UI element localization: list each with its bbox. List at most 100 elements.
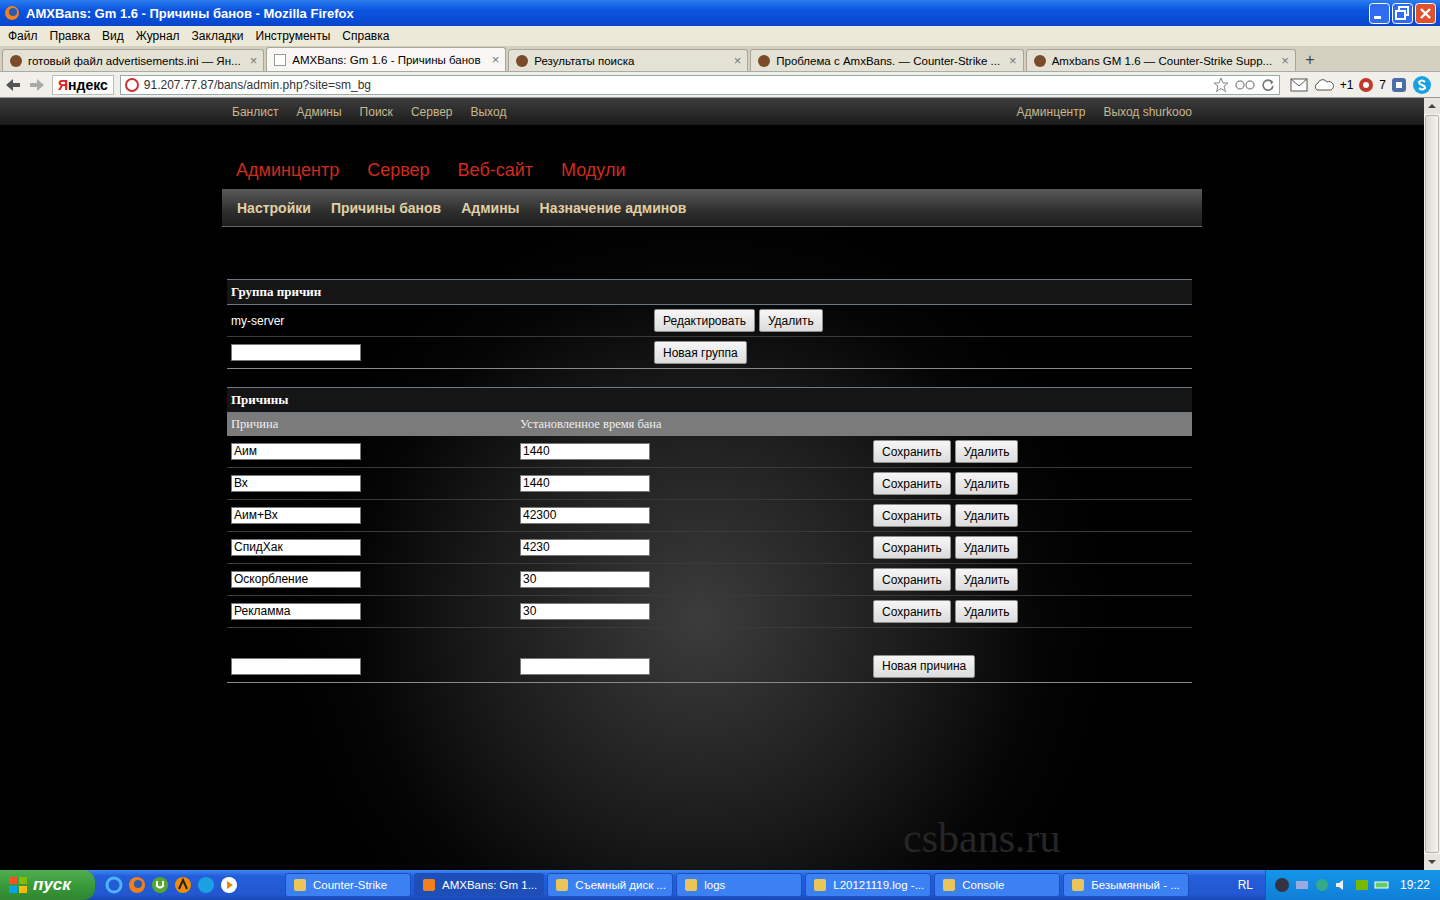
reason-input[interactable]: Аим (231, 443, 361, 460)
site-nav-link[interactable]: Поиск (360, 105, 393, 119)
reason-button[interactable]: Сохранить (873, 568, 951, 591)
reason-input[interactable]: СпидХак (231, 539, 361, 556)
reason-button[interactable]: Удалить (955, 600, 1019, 623)
scroll-up-icon[interactable] (1424, 98, 1440, 114)
browser-tab[interactable]: AMXBans: Gm 1.6 - Причины банов × (266, 47, 506, 71)
taskbar-button[interactable]: Съемный диск ... (547, 873, 673, 897)
menu-item[interactable]: Правка (44, 29, 97, 43)
site-nav-link[interactable]: Админы (296, 105, 341, 119)
tab-close-button[interactable]: × (1277, 53, 1289, 68)
menu-item[interactable]: Инструменты (250, 29, 337, 43)
sub-menu-link[interactable]: Админы (461, 200, 519, 216)
browser-tab[interactable]: готовый файл advertisements.ini — Ян... … (2, 49, 264, 71)
reason-input[interactable]: Аим+Вх (231, 507, 361, 524)
skype-icon[interactable] (1412, 75, 1432, 95)
mail-icon[interactable] (1290, 78, 1308, 92)
media-player-icon[interactable] (220, 876, 238, 894)
taskbar-button[interactable]: Counter-Strike (285, 873, 411, 897)
volume-icon[interactable] (1334, 877, 1350, 893)
site-nav-link[interactable]: Сервер (411, 105, 453, 119)
reason-button[interactable]: Сохранить (873, 504, 951, 527)
restore-icon[interactable] (1392, 3, 1413, 24)
vk-icon[interactable] (1391, 77, 1407, 93)
main-menu-link[interactable]: Сервер (367, 160, 429, 181)
taskbar-button[interactable]: AMXBans: Gm 1... (414, 873, 544, 897)
sub-menu-link[interactable]: Назначение админов (540, 200, 687, 216)
site-nav-link[interactable]: Выход shurkooo (1103, 105, 1192, 119)
reason-input[interactable]: Рекламма (231, 603, 361, 620)
site-nav-link[interactable]: Банлист (232, 105, 278, 119)
new-group-button[interactable]: Новая группа (654, 341, 747, 364)
new-tab-button[interactable]: + (1298, 49, 1322, 71)
sub-menu-link[interactable]: Настройки (237, 200, 311, 216)
sub-menu-link[interactable]: Причины банов (331, 200, 441, 216)
group-button[interactable]: Редактировать (654, 309, 755, 332)
main-menu-link[interactable]: Веб-сайт (458, 160, 533, 181)
reason-input[interactable]: Вх (231, 475, 361, 492)
ban-time-input[interactable]: 30 (520, 603, 650, 620)
taskbar-button[interactable]: Console (934, 873, 1060, 897)
reason-button[interactable]: Сохранить (873, 440, 951, 463)
reason-button[interactable]: Сохранить (873, 536, 951, 559)
site-nav-link[interactable]: Админцентр (1017, 105, 1086, 119)
ban-time-input[interactable]: 4230 (520, 539, 650, 556)
star-icon[interactable] (1213, 77, 1229, 93)
back-arrow-icon[interactable] (4, 76, 22, 94)
avast-icon[interactable] (174, 876, 192, 894)
menu-item[interactable]: Закладки (186, 29, 250, 43)
minimize-icon[interactable] (1369, 3, 1390, 24)
skype-icon[interactable] (197, 876, 215, 894)
browser-tab[interactable]: Проблема с AmxBans. — Counter-Strike ...… (750, 49, 1023, 71)
taskbar-button[interactable]: logs (676, 873, 802, 897)
reason-button[interactable]: Удалить (955, 536, 1019, 559)
address-field[interactable]: 91.207.77.87/bans/admin.php?site=sm_bg (120, 75, 1280, 95)
reason-button[interactable]: Удалить (955, 504, 1019, 527)
new-reason-input[interactable] (231, 658, 361, 675)
main-menu-link[interactable]: Модули (561, 160, 625, 181)
main-menu-link[interactable]: Админцентр (236, 160, 339, 181)
menu-item[interactable]: Справка (336, 29, 395, 43)
taskbar-button[interactable]: Безымянный - ... (1063, 873, 1189, 897)
menu-item[interactable]: Файл (2, 29, 44, 43)
menu-item[interactable]: Вид (96, 29, 130, 43)
reason-button[interactable]: Удалить (955, 440, 1019, 463)
reason-button[interactable]: Сохранить (873, 600, 951, 623)
close-icon[interactable] (1415, 3, 1436, 24)
tab-close-button[interactable]: × (246, 53, 258, 68)
menu-item[interactable]: Журнал (130, 29, 186, 43)
site-nav-link[interactable]: Выход (470, 105, 506, 119)
utorrent-icon[interactable] (151, 876, 169, 894)
ban-time-input[interactable]: 30 (520, 571, 650, 588)
reader-icon[interactable] (1234, 78, 1256, 92)
browser-tab[interactable]: Amxbans GM 1.6 — Counter-Strike Supp... … (1026, 49, 1296, 71)
reason-button[interactable]: Удалить (955, 568, 1019, 591)
forward-arrow-icon[interactable] (28, 76, 46, 94)
scroll-down-icon[interactable] (1424, 854, 1440, 870)
taskbar-button[interactable]: L20121119.log -... (805, 873, 931, 897)
reason-input[interactable]: Оскорбление (231, 571, 361, 588)
scrollbar[interactable] (1424, 98, 1440, 870)
tab-close-button[interactable]: × (730, 53, 742, 68)
tab-close-button[interactable]: × (488, 52, 500, 67)
steam-icon[interactable] (1274, 877, 1290, 893)
ban-time-input[interactable]: 42300 (520, 507, 650, 524)
new-reason-button[interactable]: Новая причина (873, 655, 975, 678)
weather-cloud-icon[interactable] (1313, 78, 1335, 92)
nvidia-icon[interactable] (1354, 877, 1370, 893)
reason-button[interactable]: Сохранить (873, 472, 951, 495)
scroll-thumb[interactable] (1425, 115, 1439, 853)
language-indicator[interactable]: RL (1226, 878, 1265, 892)
notification-icon[interactable] (1358, 77, 1374, 93)
antivirus-icon[interactable] (1314, 877, 1330, 893)
ban-time-input[interactable]: 1440 (520, 443, 650, 460)
ban-time-input[interactable]: 1440 (520, 475, 650, 492)
reload-icon[interactable] (1261, 78, 1275, 92)
group-button[interactable]: Удалить (759, 309, 823, 332)
battery-icon[interactable] (1374, 877, 1390, 893)
new-group-input[interactable] (231, 344, 361, 361)
yandex-logo[interactable]: Яндекс (52, 75, 114, 95)
new-time-input[interactable] (520, 658, 650, 675)
tab-close-button[interactable]: × (1005, 53, 1017, 68)
start-button[interactable]: пуск (0, 870, 95, 900)
reason-button[interactable]: Удалить (955, 472, 1019, 495)
